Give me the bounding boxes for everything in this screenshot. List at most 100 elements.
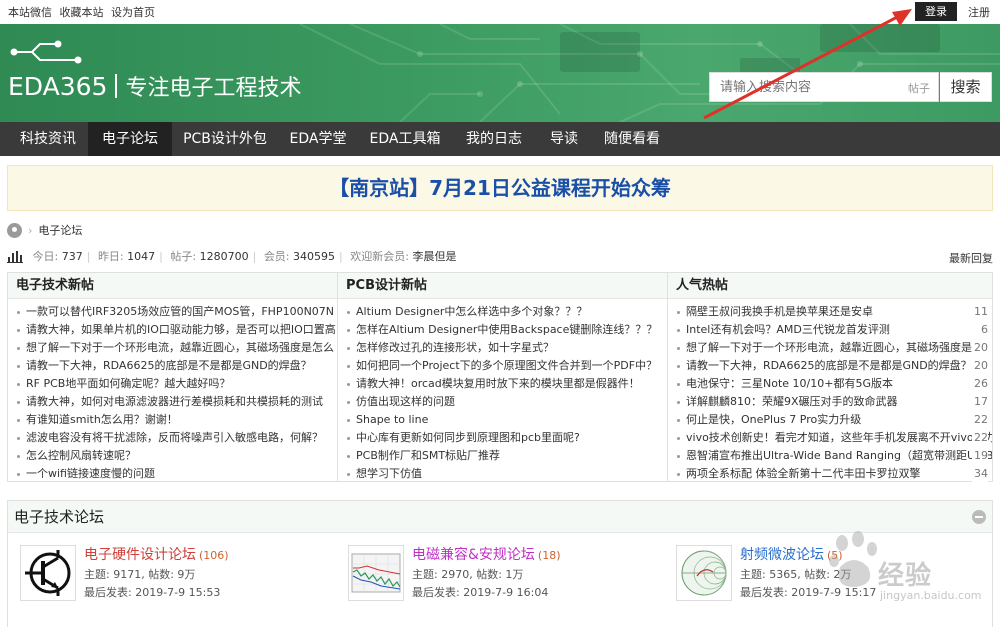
list-item[interactable]: 电池保守：三星Note 10/10+都有5G版本 26 (676, 375, 992, 393)
list-item[interactable]: Shape to line (346, 411, 667, 429)
list-item[interactable]: 怎么控制风扇转速呢？ (16, 447, 337, 465)
list-item[interactable]: 请教大神，如果单片机的IO口驱动能力够，是否可以把IO口置高 (16, 321, 337, 339)
board-last-post[interactable]: 最后发表: 2019-7-9 15:17 (740, 584, 990, 602)
reply-count: 26 (972, 375, 988, 393)
list-item[interactable]: RF PCB地平面如何确定呢？越大越好吗？ (16, 375, 337, 393)
board-stats: 主题: 5365, 帖数: 2万 (740, 568, 852, 581)
list-item[interactable]: vivo技术创新史！看完才知道，这些年手机发展离不开vivo助力 22 (676, 429, 992, 447)
list-item[interactable]: PCB制作厂和SMT标贴厂推荐 (346, 447, 667, 465)
board-name[interactable]: 射频微波论坛 (5) (740, 545, 990, 566)
list-item[interactable]: 想了解一下对于一个环形电流，越靠近圆心，其磁场强度是怎 20 (676, 339, 992, 357)
search-input[interactable] (710, 73, 890, 101)
nav-item-eda-tools[interactable]: EDA工具箱 (358, 122, 452, 156)
board-last-post[interactable]: 最后发表: 2019-7-9 16:04 (412, 584, 662, 602)
nav-item-forum[interactable]: 电子论坛 (88, 122, 172, 156)
column-title: 电子技术新帖 (8, 273, 337, 299)
list-item[interactable]: 请教一下大神，RDA6625的底部是不是都是GND的焊盘？ (16, 357, 337, 375)
announcement-banner[interactable]: 【南京站】7月21日公益课程开始众筹 (7, 165, 993, 211)
new-member-link[interactable]: 李晨但是 (412, 250, 456, 263)
stat-posts: 帖子: 1280700 (170, 250, 249, 263)
list-item[interactable]: 一个wifi链接速度慢的问题 (16, 465, 337, 483)
list-item[interactable]: 恩智浦宣布推出Ultra-Wide Band Ranging（超宽带测距UWB）… (676, 447, 992, 465)
logo-text: EDA365 (8, 71, 108, 101)
latest-reply-link[interactable]: 最新回复 (949, 250, 993, 266)
list-item[interactable]: 想了解一下对于一个环形电流，越靠近圆心，其磁场强度是怎么 (16, 339, 337, 357)
set-homepage-link[interactable]: 设为首页 (111, 6, 155, 19)
list-item[interactable]: 请教大神，如何对电源滤波器进行差模损耗和共模损耗的测试 (16, 393, 337, 411)
bookmark-link[interactable]: 收藏本站 (60, 6, 104, 19)
smith-chart-icon[interactable] (676, 545, 732, 601)
emc-chart-icon[interactable] (348, 545, 404, 601)
stats-chart-icon (7, 250, 23, 263)
breadcrumb: › 电子论坛 (7, 222, 82, 242)
list-item[interactable]: 仿值出现这样的问题 (346, 393, 667, 411)
list-item[interactable]: 滤波电容没有将干扰滤除，反而将噪声引入敏感电路，何解？ (16, 429, 337, 447)
list-item[interactable]: 想学习下仿值 (346, 465, 667, 483)
nav-item-guide[interactable]: 导读 (536, 122, 592, 156)
collapse-icon[interactable] (972, 510, 986, 524)
list-item[interactable]: 怎样修改过孔的连接形状，如十字星式？ (346, 339, 667, 357)
home-icon[interactable] (7, 222, 22, 238)
stat-members: 会员: 340595 (263, 250, 336, 263)
reply-count: 20 (972, 339, 988, 357)
nav-item-pcb-outsourcing[interactable]: PCB设计外包 (172, 122, 278, 156)
forum-section: 电子技术论坛 电子硬件设计论坛 (106) 主题: 9171, 帖数: 9万 最后… (7, 500, 993, 627)
board-name[interactable]: 电磁兼容&安规论坛 (18) (412, 545, 662, 566)
chevron-right-icon: › (28, 223, 33, 237)
reply-count: 22 (972, 429, 988, 447)
list-item[interactable]: 中心库有更新如何同步到原理图和pcb里面呢? (346, 429, 667, 447)
search-scope-select[interactable]: 帖子 (908, 80, 930, 96)
board-stats: 主题: 9171, 帖数: 9万 (84, 568, 196, 581)
reply-count: 20 (972, 357, 988, 375)
list-item[interactable]: 一款可以替代IRF3205场效应管的国产MOS管，FHP100N07N (16, 303, 337, 321)
list-item[interactable]: Intel还有机会吗？AMD三代锐龙首发评测 6 (676, 321, 992, 339)
reply-count: 17 (972, 393, 988, 411)
list-item[interactable]: Altium Designer中怎么样选中多个对象？？？ (346, 303, 667, 321)
site-slogan: 专注电子工程技术 (125, 76, 302, 101)
nav-item-tech-news[interactable]: 科技资讯 (8, 122, 88, 156)
list-item[interactable]: 何止是快，OnePlus 7 Pro实力升级 22 (676, 411, 992, 429)
list-item[interactable]: 两项全系标配 体验全新第十二代丰田卡罗拉双擎 34 (676, 465, 992, 483)
list-item[interactable]: 请教大神！orcad模块复用时放下来的模块里都是假器件！ (346, 375, 667, 393)
board-stats: 主题: 2970, 帖数: 1万 (412, 568, 524, 581)
login-button[interactable]: 登录 (915, 2, 957, 21)
list-item[interactable]: 请教一下大神，RDA6625的底部是不是都是GND的焊盘？ 20 (676, 357, 992, 375)
column-title: PCB设计新帖 (338, 273, 667, 299)
list-item[interactable]: 怎样在Altium Designer中使用Backspace键删除连线？？？ (346, 321, 667, 339)
nav-item-eda-school[interactable]: EDA学堂 (278, 122, 358, 156)
top-links: 本站微信 收藏本站 设为首页 (8, 4, 159, 20)
reply-count: 6 (979, 321, 988, 339)
search-button[interactable]: 搜索 (940, 72, 992, 102)
board-last-post[interactable]: 最后发表: 2019-7-9 15:53 (84, 584, 334, 602)
transistor-icon[interactable] (20, 545, 76, 601)
board-emc[interactable]: 电磁兼容&安规论坛 (18) 主题: 2970, 帖数: 1万 最后发表: 201… (348, 545, 668, 605)
nav-item-my-blog[interactable]: 我的日志 (452, 122, 536, 156)
board-today-count: (106) (199, 549, 229, 562)
breadcrumb-current[interactable]: 电子论坛 (38, 224, 82, 237)
board-rf-microwave[interactable]: 射频微波论坛 (5) 主题: 5365, 帖数: 2万 最后发表: 2019-7-… (676, 545, 986, 605)
search-box: 帖子 (709, 72, 939, 102)
reply-count: 22 (972, 411, 988, 429)
nav-item-random[interactable]: 随便看看 (592, 122, 672, 156)
list-item[interactable]: 如何把同一个Project下的多个原理图文件合并到一个PDF中？ (346, 357, 667, 375)
forum-stats: 今日: 737 | 昨日: 1047 | 帖子: 1280700 | 会员: 3405… (7, 248, 993, 268)
board-today-count: (5) (827, 549, 843, 562)
board-name[interactable]: 电子硬件设计论坛 (106) (84, 545, 334, 566)
site-logo[interactable]: EDA365 专注电子工程技术 (8, 70, 301, 102)
register-link[interactable]: 注册 (968, 4, 990, 20)
main-nav: 科技资讯 电子论坛 PCB设计外包 EDA学堂 EDA工具箱 我的日志 导读 随… (0, 122, 1000, 156)
header-banner: EDA365 专注电子工程技术 帖子 搜索 (0, 24, 1000, 122)
forum-section-header: 电子技术论坛 (8, 501, 992, 533)
top-bar: 本站微信 收藏本站 设为首页 登录 注册 (0, 0, 1000, 24)
wechat-link[interactable]: 本站微信 (8, 6, 52, 19)
board-hardware[interactable]: 电子硬件设计论坛 (106) 主题: 9171, 帖数: 9万 最后发表: 201… (20, 545, 340, 605)
list-item[interactable]: 隔壁王叔问我换手机是换苹果还是安卓 11 (676, 303, 992, 321)
stat-new-member: 欢迎新会员: 李晨但是 (350, 250, 457, 263)
stat-yesterday: 昨日: 1047 (97, 250, 156, 263)
reply-count: 34 (972, 465, 988, 483)
column-hot-posts: 人气热帖 隔壁王叔问我换手机是换苹果还是安卓 11 Intel还有机会吗？AMD三… (667, 273, 992, 483)
board-today-count: (18) (537, 549, 561, 562)
list-item[interactable]: 有谁知道smith怎么用？谢谢！ (16, 411, 337, 429)
post-columns: 电子技术新帖 一款可以替代IRF3205场效应管的国产MOS管，FHP100N0… (7, 272, 993, 483)
list-item[interactable]: 详解麒麟810：荣耀9X碾压对手的致命武器 17 (676, 393, 992, 411)
